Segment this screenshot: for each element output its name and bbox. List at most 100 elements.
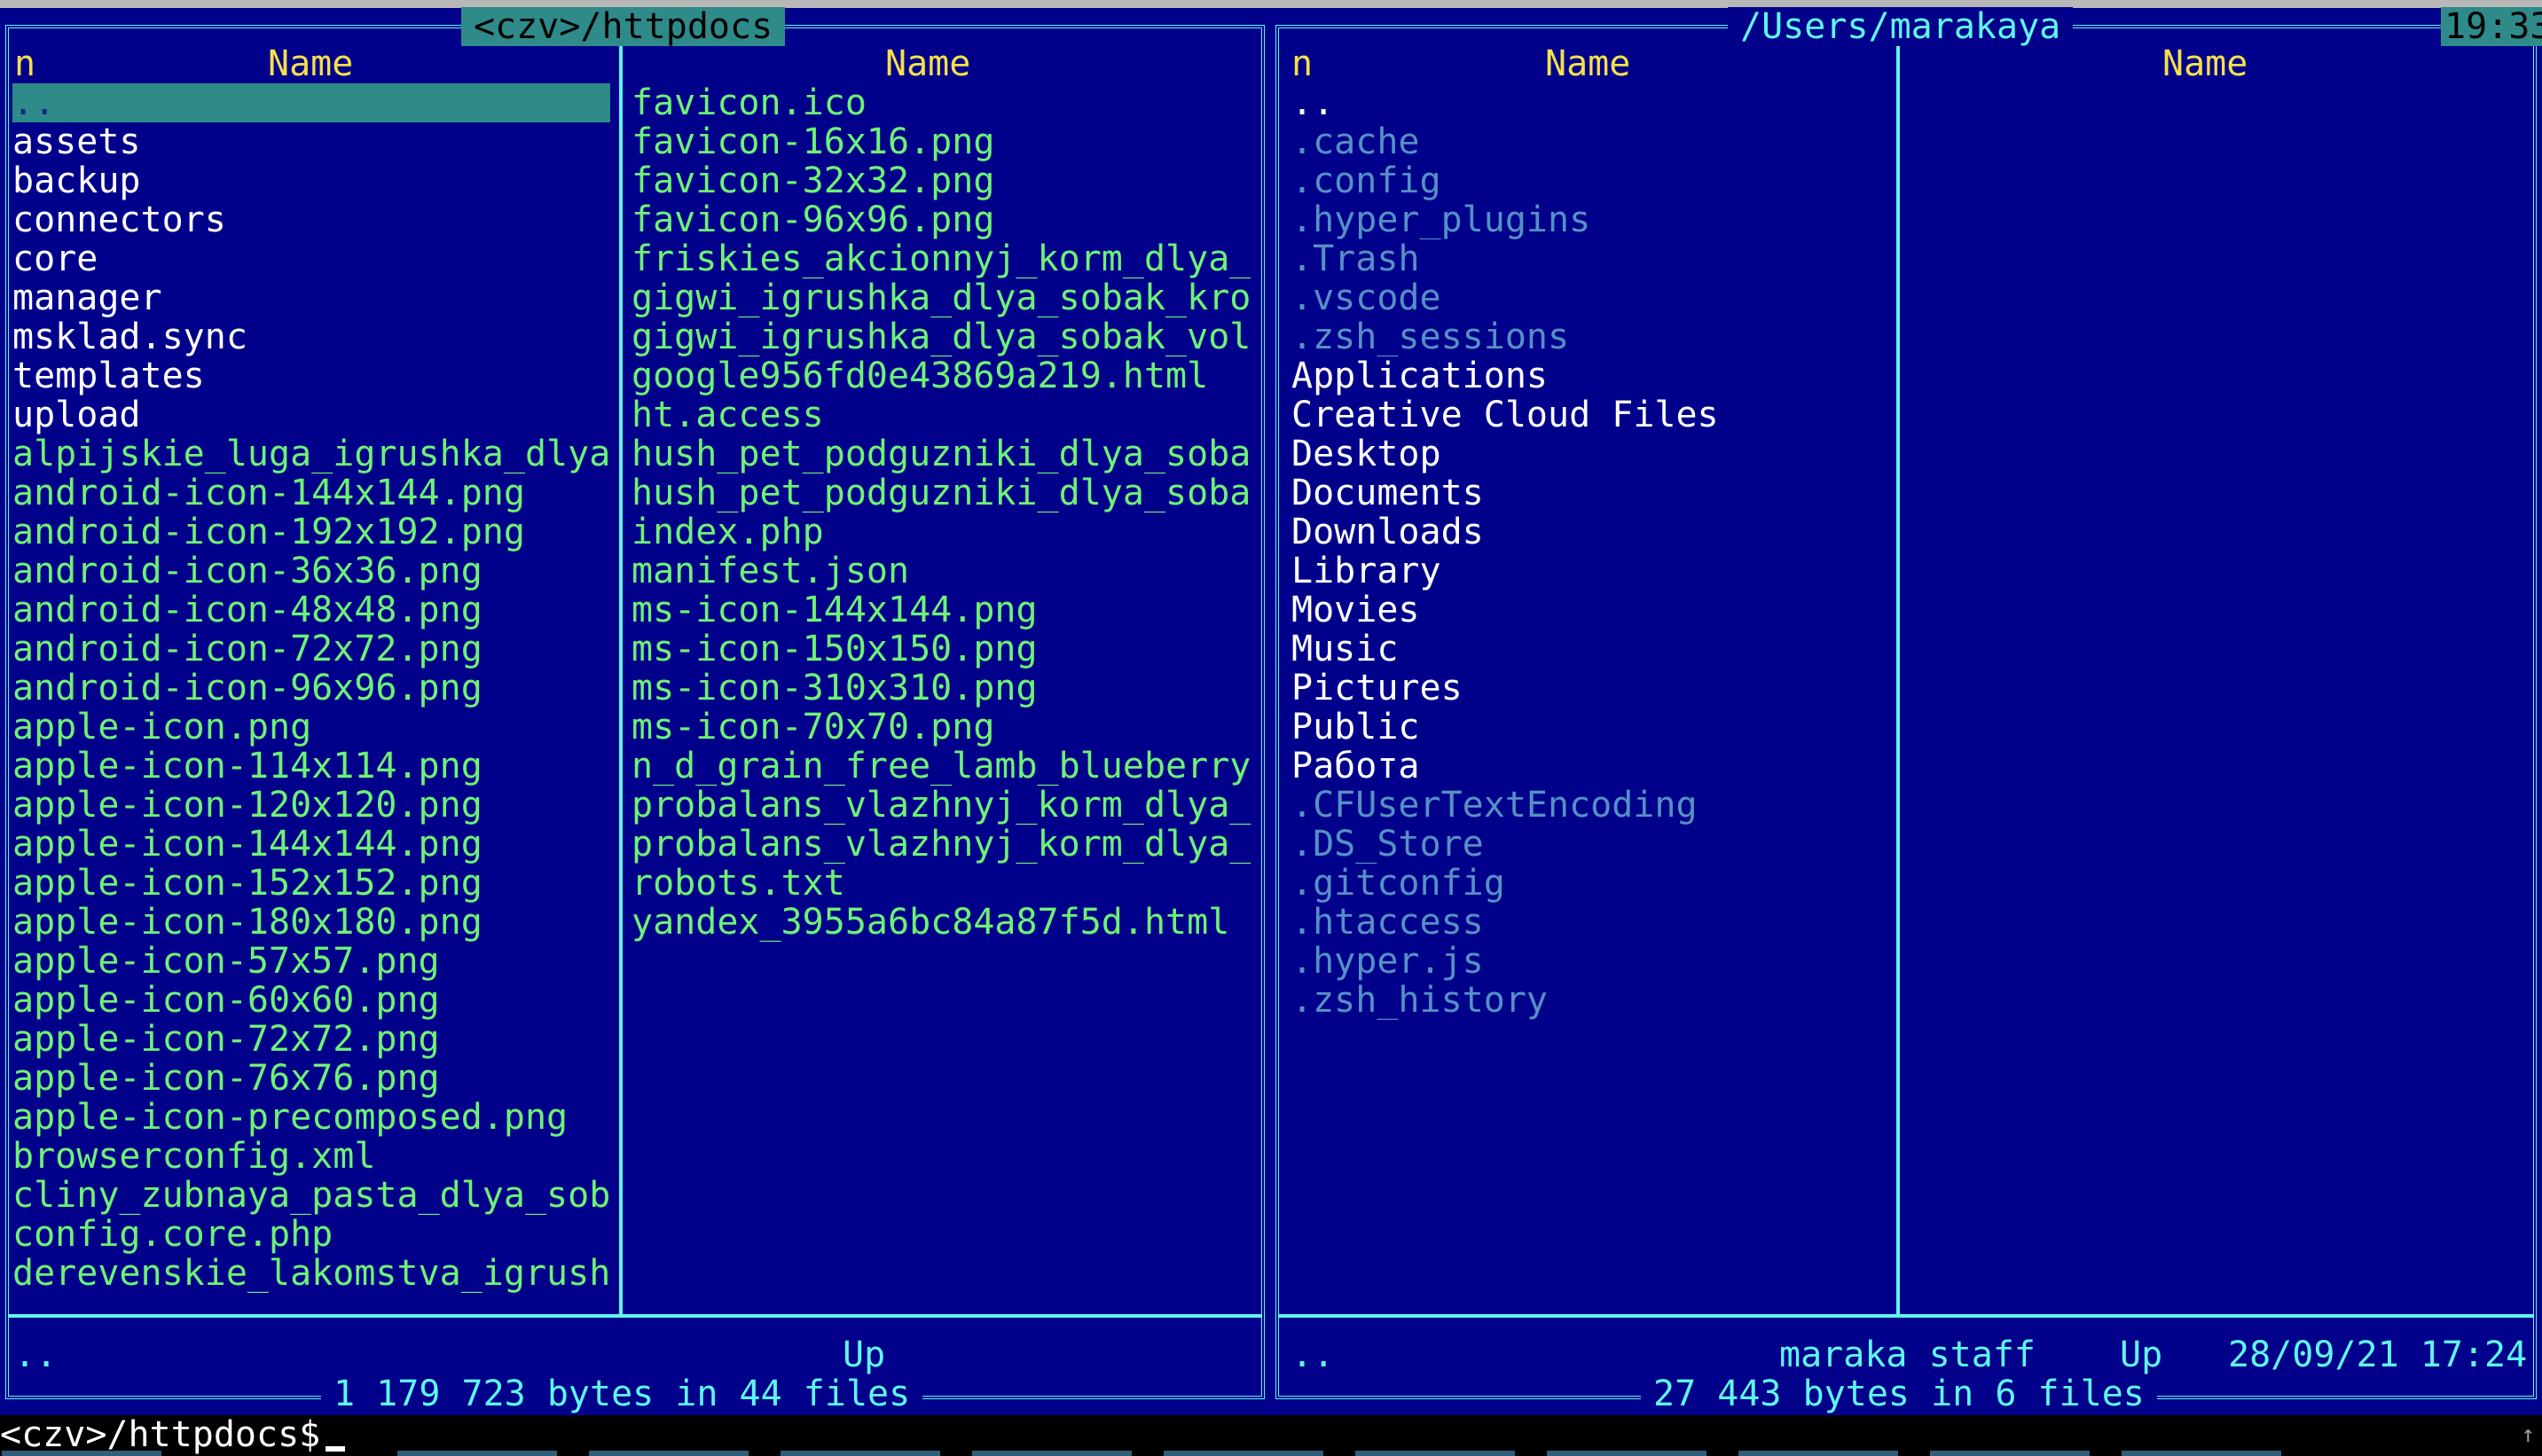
right-sort-indicator[interactable]: n (1291, 44, 1313, 83)
file-entry[interactable]: apple-icon-72x72.png (12, 1020, 610, 1059)
file-entry[interactable]: yandex_3955a6bc84a87f5d.html (632, 903, 1252, 942)
file-entry[interactable]: .gitconfig (1291, 864, 1891, 903)
left-sort-indicator[interactable]: n (14, 44, 35, 83)
file-entry[interactable]: .. (12, 83, 610, 122)
file-entry[interactable]: apple-icon.png (12, 708, 610, 747)
file-entry[interactable]: Library (1291, 552, 1891, 591)
file-entry[interactable]: robots.txt (632, 864, 1252, 903)
keybar-slot[interactable] (972, 1451, 1132, 1456)
file-entry[interactable]: ms-icon-70x70.png (632, 708, 1252, 747)
file-entry[interactable]: .CFUserTextEncoding (1291, 786, 1891, 825)
file-entry[interactable]: cliny_zubnaya_pasta_dlya_sob} (12, 1176, 610, 1215)
file-entry[interactable]: ms-icon-150x150.png (632, 630, 1252, 669)
file-entry[interactable]: Documents (1291, 474, 1891, 513)
file-entry[interactable]: apple-icon-144x144.png (12, 825, 610, 864)
file-entry[interactable]: favicon-16x16.png (632, 122, 1252, 161)
file-entry[interactable]: probalans_vlazhnyj_korm_dlya_} (632, 825, 1252, 864)
file-entry[interactable]: manifest.json (632, 552, 1252, 591)
file-entry[interactable]: android-icon-192x192.png (12, 513, 610, 552)
file-entry[interactable]: upload (12, 395, 610, 434)
file-entry[interactable]: msklad.sync (12, 317, 610, 356)
file-entry[interactable]: favicon.ico (632, 83, 1252, 122)
file-entry[interactable]: favicon-32x32.png (632, 161, 1252, 200)
file-entry[interactable]: .config (1291, 161, 1891, 200)
file-entry[interactable]: apple-icon-120x120.png (12, 786, 610, 825)
file-entry[interactable]: index.php (632, 513, 1252, 552)
file-entry[interactable]: Downloads (1291, 513, 1891, 552)
file-entry[interactable]: Работа (1291, 747, 1891, 786)
right-file-column-1[interactable]: .. .cache .config .hyper_plugins .Trash .vsco… (1291, 83, 1891, 1293)
keybar-slot[interactable] (1355, 1451, 1515, 1456)
left-panel-path[interactable]: <czv>/httpdocs (461, 7, 786, 46)
file-entry[interactable]: apple-icon-180x180.png (12, 903, 610, 942)
file-entry[interactable]: android-icon-48x48.png (12, 591, 610, 630)
file-entry[interactable]: probalans_vlazhnyj_korm_dlya_} (632, 786, 1252, 825)
keybar-slot[interactable] (1164, 1451, 1323, 1456)
keybar-slot[interactable] (2122, 1451, 2281, 1456)
right-col2-header[interactable]: Name (2162, 44, 2248, 83)
file-entry[interactable]: favicon-96x96.png (632, 200, 1252, 239)
file-entry[interactable]: hush_pet_podguzniki_dlya_soba} (632, 434, 1252, 474)
file-entry[interactable]: gigwi_igrushka_dlya_sobak_vol} (632, 317, 1252, 356)
file-entry[interactable]: google956fd0e43869a219.html (632, 356, 1252, 395)
file-entry[interactable]: android-icon-96x96.png (12, 669, 610, 708)
file-entry[interactable]: friskies_akcionnyj_korm_dlya_} (632, 239, 1252, 278)
right-panel-path[interactable]: /Users/marakaya (1728, 7, 2074, 46)
file-entry[interactable]: alpijskie_luga_igrushka_dlya} (12, 434, 610, 474)
file-entry[interactable]: .zsh_sessions (1291, 317, 1891, 356)
file-entry[interactable]: ht.access (632, 395, 1252, 434)
file-entry[interactable]: .Trash (1291, 239, 1891, 278)
file-entry[interactable]: .hyper_plugins (1291, 200, 1891, 239)
left-col1-header[interactable]: Name (268, 44, 353, 83)
file-entry[interactable]: android-icon-36x36.png (12, 552, 610, 591)
file-entry[interactable]: assets (12, 122, 610, 161)
file-entry[interactable]: ms-icon-310x310.png (632, 669, 1252, 708)
keybar-slot[interactable] (1930, 1451, 2090, 1456)
file-entry[interactable]: .DS_Store (1291, 825, 1891, 864)
right-file-column-2[interactable] (1907, 83, 2528, 1293)
file-entry[interactable]: Public (1291, 708, 1891, 747)
left-file-column-1[interactable]: .. assets backup connectors core manager mskla… (12, 83, 610, 1293)
file-entry[interactable]: manager (12, 278, 610, 317)
keybar-slot[interactable] (2, 1451, 161, 1456)
file-entry[interactable]: ms-icon-144x144.png (632, 591, 1252, 630)
file-entry[interactable]: android-icon-144x144.png (12, 474, 610, 513)
file-entry[interactable]: Music (1291, 630, 1891, 669)
file-entry[interactable]: .hyper.js (1291, 942, 1891, 981)
file-entry[interactable]: apple-icon-152x152.png (12, 864, 610, 903)
file-entry[interactable]: Pictures (1291, 669, 1891, 708)
keybar-slot[interactable] (1547, 1451, 1706, 1456)
file-entry[interactable]: Creative Cloud Files (1291, 395, 1891, 434)
file-entry[interactable]: .. (1291, 83, 1891, 122)
keybar-slot[interactable] (397, 1451, 557, 1456)
keybar-slot[interactable] (781, 1451, 940, 1456)
file-entry[interactable]: core (12, 239, 610, 278)
file-entry[interactable]: connectors (12, 200, 610, 239)
file-entry[interactable]: browserconfig.xml (12, 1137, 610, 1176)
left-col2-header[interactable]: Name (885, 44, 970, 83)
file-entry[interactable]: android-icon-72x72.png (12, 630, 610, 669)
file-entry[interactable]: hush_pet_podguzniki_dlya_soba} (632, 474, 1252, 513)
file-entry[interactable]: apple-icon-60x60.png (12, 981, 610, 1020)
file-entry[interactable]: apple-icon-114x114.png (12, 747, 610, 786)
file-entry[interactable]: apple-icon-57x57.png (12, 942, 610, 981)
file-entry[interactable]: n_d_grain_free_lamb_blueberry} (632, 747, 1252, 786)
right-col1-header[interactable]: Name (1545, 44, 1630, 83)
keybar-slot[interactable] (1738, 1451, 1898, 1456)
keybar-slot[interactable] (589, 1451, 749, 1456)
file-entry[interactable]: Applications (1291, 356, 1891, 395)
file-entry[interactable]: .vscode (1291, 278, 1891, 317)
file-entry[interactable]: .zsh_history (1291, 981, 1891, 1020)
file-entry[interactable]: gigwi_igrushka_dlya_sobak_kro} (632, 278, 1252, 317)
left-file-column-2[interactable]: favicon.ico favicon-16x16.png favicon-32x3… (632, 83, 1252, 1293)
file-entry[interactable]: derevenskie_lakomstva_igrush} (12, 1254, 610, 1293)
file-entry[interactable]: Movies (1291, 591, 1891, 630)
file-entry[interactable]: config.core.php (12, 1215, 610, 1254)
file-entry[interactable]: apple-icon-76x76.png (12, 1059, 610, 1098)
file-entry[interactable]: Desktop (1291, 434, 1891, 474)
file-entry[interactable]: .htaccess (1291, 903, 1891, 942)
file-entry[interactable]: .cache (1291, 122, 1891, 161)
file-entry[interactable]: apple-icon-precomposed.png (12, 1098, 610, 1137)
file-entry[interactable]: templates (12, 356, 610, 395)
file-entry[interactable]: backup (12, 161, 610, 200)
